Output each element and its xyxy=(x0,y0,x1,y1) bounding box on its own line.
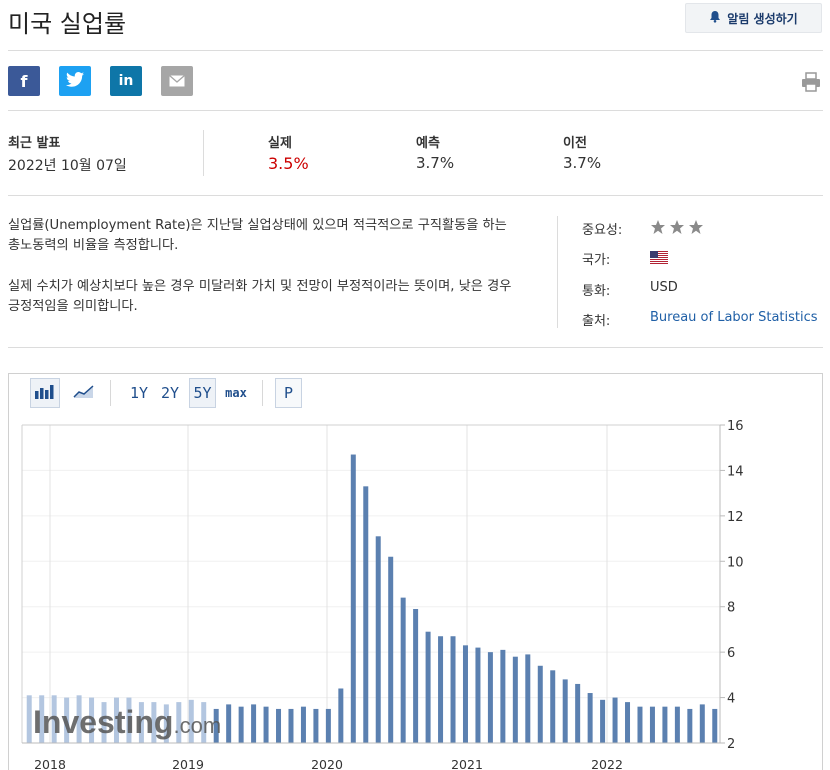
divider xyxy=(8,347,823,348)
divider xyxy=(8,110,823,111)
facebook-icon: f xyxy=(20,71,28,91)
divider xyxy=(203,130,204,176)
bar-chart-button[interactable] xyxy=(30,378,60,408)
previous-label: 이전 xyxy=(563,136,587,151)
area-chart-button[interactable] xyxy=(68,378,100,408)
star-icon xyxy=(651,220,665,234)
facebook-share-button[interactable]: f xyxy=(8,66,40,96)
create-alert-label: 알림 생성하기 xyxy=(727,11,798,26)
divider xyxy=(262,380,263,406)
chart-container xyxy=(8,373,823,770)
p-button[interactable]: P xyxy=(275,378,302,408)
country-label: 국가: xyxy=(582,253,611,268)
linkedin-icon: in xyxy=(118,73,134,89)
linkedin-share-button[interactable]: in xyxy=(110,66,142,96)
actual-label: 실제 xyxy=(268,136,292,151)
currency-value: USD xyxy=(650,280,678,295)
actual-value: 3.5% xyxy=(268,154,309,173)
print-icon[interactable] xyxy=(801,72,821,92)
email-share-button[interactable] xyxy=(161,66,193,96)
forecast-label: 예측 xyxy=(416,136,440,151)
range-2y-button[interactable]: 2Y xyxy=(156,378,184,408)
create-alert-button[interactable]: 알림 생성하기 xyxy=(685,3,822,33)
range-max-button[interactable]: max xyxy=(220,378,252,408)
range-5y-button[interactable]: 5Y xyxy=(189,378,216,408)
twitter-share-button[interactable] xyxy=(59,66,91,96)
us-flag-icon xyxy=(650,251,668,268)
star-icon xyxy=(689,220,703,234)
latest-release-date: 2022년 10월 07일 xyxy=(8,158,127,174)
divider xyxy=(110,380,111,406)
source-label: 출처: xyxy=(582,314,611,329)
importance-label: 중요성: xyxy=(582,223,623,238)
email-icon xyxy=(169,72,185,91)
share-bar: f in xyxy=(8,66,193,96)
divider xyxy=(8,195,823,196)
forecast-value: 3.7% xyxy=(416,154,455,172)
importance-stars xyxy=(650,219,706,239)
area-chart-icon xyxy=(73,383,95,403)
bell-icon xyxy=(709,10,721,26)
page-title: 미국 실업률 xyxy=(8,10,127,38)
source-link[interactable]: Bureau of Labor Statistics xyxy=(650,310,818,325)
divider xyxy=(557,216,558,328)
description-paragraph: 실제 수치가 예상치보다 높은 경우 미달러화 가치 및 전망이 부정적이라는 … xyxy=(8,279,512,314)
currency-label: 통화: xyxy=(582,284,611,299)
latest-release-label: 최근 발표 xyxy=(8,136,61,151)
divider xyxy=(8,50,823,51)
bar-chart-icon xyxy=(34,383,56,403)
previous-value: 3.7% xyxy=(563,154,602,172)
star-icon xyxy=(670,220,684,234)
twitter-icon xyxy=(66,71,84,91)
description-paragraph: 실업률(Unemployment Rate)은 지난달 실업상태에 있으며 적극… xyxy=(8,218,507,253)
range-1y-button[interactable]: 1Y xyxy=(125,378,153,408)
